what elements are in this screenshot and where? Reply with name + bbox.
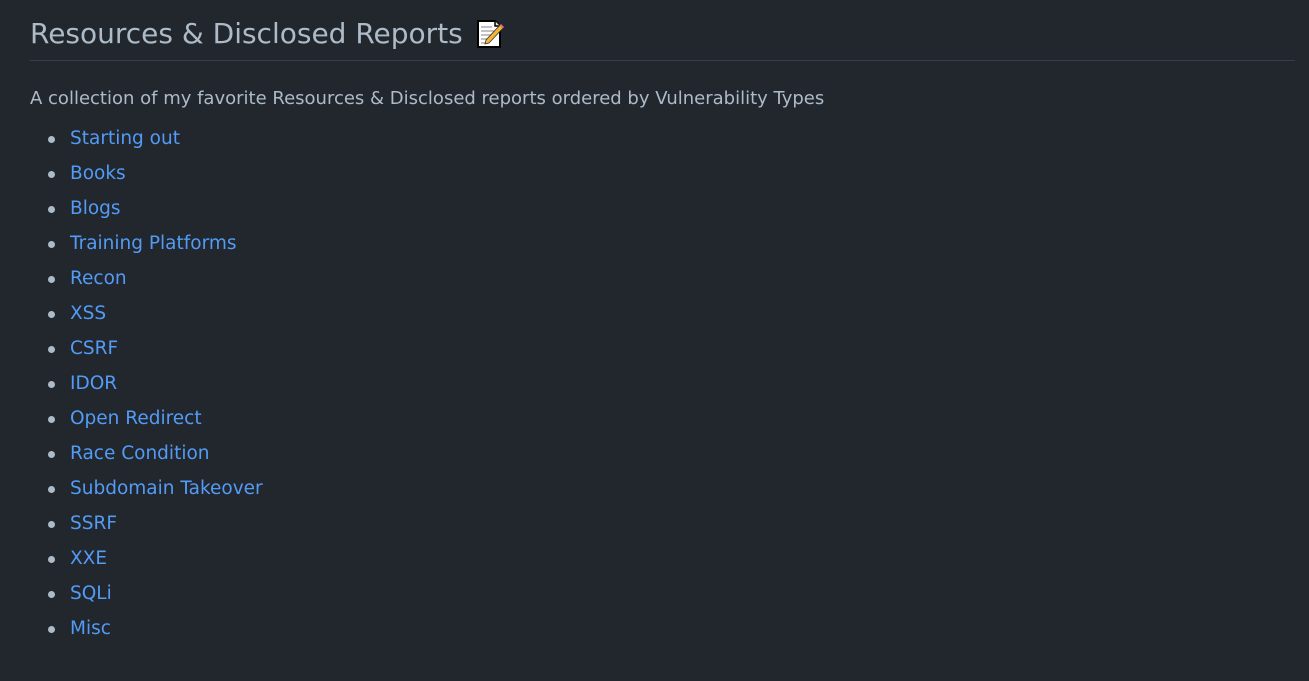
- bullet-icon: [48, 451, 55, 458]
- description: A collection of my favorite Resources & …: [30, 88, 825, 109]
- link-xxe[interactable]: XXE: [70, 548, 107, 569]
- bullet-icon: [48, 486, 55, 493]
- link-starting-out[interactable]: Starting out: [70, 128, 180, 149]
- link-idor[interactable]: IDOR: [70, 373, 117, 394]
- bullet-icon: [48, 311, 55, 318]
- list-item: Open Redirect: [30, 405, 1295, 440]
- link-sqli[interactable]: SQLi: [70, 583, 112, 604]
- bullet-icon: [48, 346, 55, 353]
- link-ssrf[interactable]: SSRF: [70, 513, 117, 534]
- page-heading: Resources & Disclosed Reports: [30, 0, 1295, 61]
- list-item: Misc: [30, 615, 1295, 650]
- list-item: XSS: [30, 300, 1295, 335]
- list-item: Subdomain Takeover: [30, 475, 1295, 510]
- list-item: Race Condition: [30, 440, 1295, 475]
- list-item: SQLi: [30, 580, 1295, 615]
- link-blogs[interactable]: Blogs: [70, 198, 121, 219]
- readme-content: Resources & Disclosed Reports A collecti…: [30, 0, 1295, 650]
- link-books[interactable]: Books: [70, 163, 126, 184]
- bullet-icon: [48, 626, 55, 633]
- bullet-icon: [48, 591, 55, 598]
- link-subdomain-takeover[interactable]: Subdomain Takeover: [70, 478, 263, 499]
- link-xss[interactable]: XSS: [70, 303, 106, 324]
- list-item: Training Platforms: [30, 230, 1295, 265]
- list-item: Books: [30, 160, 1295, 195]
- resource-link-list: Starting out Books Blogs Training Platfo…: [30, 125, 1295, 650]
- memo-icon: [476, 20, 505, 48]
- bullet-icon: [48, 241, 55, 248]
- bullet-icon: [48, 556, 55, 563]
- link-training-platforms[interactable]: Training Platforms: [70, 233, 237, 254]
- list-item: CSRF: [30, 335, 1295, 370]
- bullet-icon: [48, 136, 55, 143]
- list-item: Blogs: [30, 195, 1295, 230]
- bullet-icon: [48, 276, 55, 283]
- bullet-icon: [48, 381, 55, 388]
- list-item: Starting out: [30, 125, 1295, 160]
- link-open-redirect[interactable]: Open Redirect: [70, 408, 202, 429]
- list-item: IDOR: [30, 370, 1295, 405]
- bullet-icon: [48, 416, 55, 423]
- link-race-condition[interactable]: Race Condition: [70, 443, 210, 464]
- bullet-icon: [48, 521, 55, 528]
- link-misc[interactable]: Misc: [70, 618, 111, 639]
- heading-title: Resources & Disclosed Reports: [30, 17, 463, 50]
- bullet-icon: [48, 206, 55, 213]
- list-item: Recon: [30, 265, 1295, 300]
- list-item: SSRF: [30, 510, 1295, 545]
- list-item: XXE: [30, 545, 1295, 580]
- link-csrf[interactable]: CSRF: [70, 338, 118, 359]
- bullet-icon: [48, 171, 55, 178]
- link-recon[interactable]: Recon: [70, 268, 127, 289]
